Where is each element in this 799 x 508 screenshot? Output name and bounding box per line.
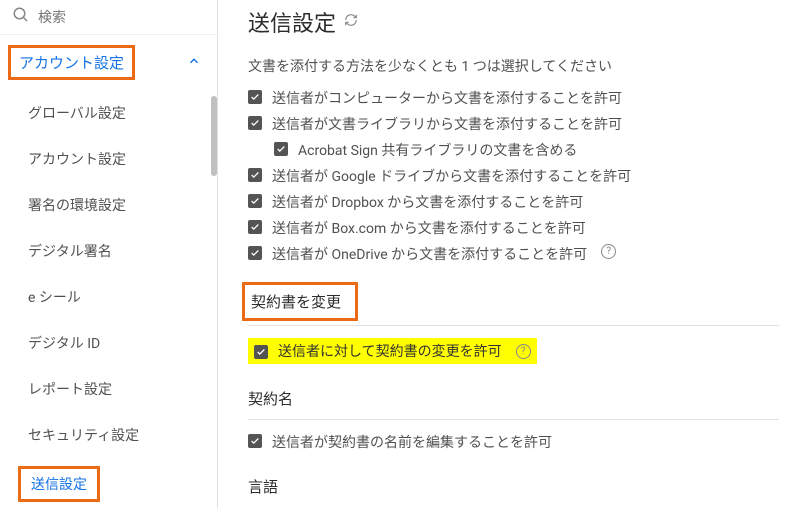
sidebar-item-security-settings[interactable]: セキュリティ設定	[0, 412, 217, 458]
attach-option-library[interactable]: 送信者が文書ライブラリから文書を添付することを許可	[248, 114, 779, 134]
sidebar-item-account-settings[interactable]: アカウント設定	[0, 136, 217, 182]
attach-option-label: Acrobat Sign 共有ライブラリの文書を含める	[298, 140, 577, 160]
modify-heading-row: 契約書を変更	[248, 288, 779, 326]
name-option-label: 送信者が契約書の名前を編集することを許可	[272, 432, 552, 452]
name-option-edit[interactable]: 送信者が契約書の名前を編集することを許可	[248, 432, 779, 452]
page-title-row: 送信設定	[248, 6, 779, 38]
attach-option-label: 送信者が Dropbox から文書を添付することを許可	[272, 192, 583, 212]
attach-option-box[interactable]: 送信者が Box.com から文書を添付することを許可	[248, 218, 779, 238]
lang-heading: 言語	[248, 476, 779, 507]
refresh-icon[interactable]	[344, 13, 358, 31]
attach-intro: 文書を添付する方法を少なくとも 1 つは選択してください	[248, 56, 779, 76]
sidebar-item-eseal[interactable]: e シール	[0, 274, 217, 320]
sidebar-section-label: アカウント設定	[8, 45, 135, 80]
checkbox-checked-icon[interactable]	[248, 220, 262, 234]
help-icon[interactable]: ?	[601, 244, 616, 259]
attach-option-label: 送信者が文書ライブラリから文書を添付することを許可	[272, 114, 622, 134]
sidebar: アカウント設定 グローバル設定 アカウント設定 署名の環境設定 デジタル署名 e…	[0, 0, 218, 508]
modify-section: 契約書を変更 送信者に対して契約書の変更を許可 ?	[248, 288, 779, 364]
modify-option-allow[interactable]: 送信者に対して契約書の変更を許可 ?	[248, 338, 537, 364]
checkbox-checked-icon[interactable]	[254, 345, 268, 359]
main-content: 送信設定 文書を添付する方法を少なくとも 1 つは選択してください 送信者がコン…	[218, 0, 799, 508]
attach-option-label: 送信者が Box.com から文書を添付することを許可	[272, 218, 586, 238]
attach-option-label: 送信者がコンピューターから文書を添付することを許可	[272, 88, 622, 108]
modify-option-label: 送信者に対して契約書の変更を許可	[278, 341, 502, 361]
attach-option-dropbox[interactable]: 送信者が Dropbox から文書を添付することを許可	[248, 192, 779, 212]
page-title: 送信設定	[248, 6, 336, 38]
name-section: 契約名 送信者が契約書の名前を編集することを許可	[248, 388, 779, 452]
attach-option-shared-library[interactable]: Acrobat Sign 共有ライブラリの文書を含める	[274, 140, 779, 160]
checkbox-checked-icon[interactable]	[248, 246, 262, 260]
attach-option-onedrive[interactable]: 送信者が OneDrive から文書を添付することを許可 ?	[248, 244, 779, 264]
search-icon	[12, 6, 38, 28]
attach-option-computer[interactable]: 送信者がコンピューターから文書を添付することを許可	[248, 88, 779, 108]
name-heading: 契約名	[248, 388, 779, 420]
sidebar-nav-list: グローバル設定 アカウント設定 署名の環境設定 デジタル署名 e シール デジタ…	[0, 90, 217, 508]
sidebar-item-digital-id[interactable]: デジタル ID	[0, 320, 217, 366]
sidebar-item-digital-signature[interactable]: デジタル署名	[0, 228, 217, 274]
sidebar-item-send-settings[interactable]: 送信設定	[0, 458, 217, 508]
checkbox-checked-icon[interactable]	[248, 90, 262, 104]
attach-option-google-drive[interactable]: 送信者が Google ドライブから文書を添付することを許可	[248, 166, 779, 186]
sidebar-item-global-settings[interactable]: グローバル設定	[0, 90, 217, 136]
checkbox-checked-icon[interactable]	[274, 142, 288, 156]
attach-section: 文書を添付する方法を少なくとも 1 つは選択してください 送信者がコンピューター…	[248, 56, 779, 264]
sidebar-section-account-settings[interactable]: アカウント設定	[0, 35, 217, 90]
checkbox-checked-icon[interactable]	[248, 116, 262, 130]
chevron-up-icon	[187, 54, 201, 72]
lang-section: 言語	[248, 476, 779, 507]
checkbox-checked-icon[interactable]	[248, 194, 262, 208]
sidebar-item-report-settings[interactable]: レポート設定	[0, 366, 217, 412]
modify-heading: 契約書を変更	[242, 282, 358, 321]
attach-option-label: 送信者が OneDrive から文書を添付することを許可	[272, 244, 587, 264]
scrollbar-thumb[interactable]	[211, 96, 217, 176]
checkbox-checked-icon[interactable]	[248, 168, 262, 182]
search-bar[interactable]	[0, 0, 217, 35]
checkbox-checked-icon[interactable]	[248, 434, 262, 448]
sidebar-item-signature-prefs[interactable]: 署名の環境設定	[0, 182, 217, 228]
search-input[interactable]	[38, 9, 219, 25]
attach-option-label: 送信者が Google ドライブから文書を添付することを許可	[272, 166, 631, 186]
help-icon[interactable]: ?	[516, 344, 531, 359]
